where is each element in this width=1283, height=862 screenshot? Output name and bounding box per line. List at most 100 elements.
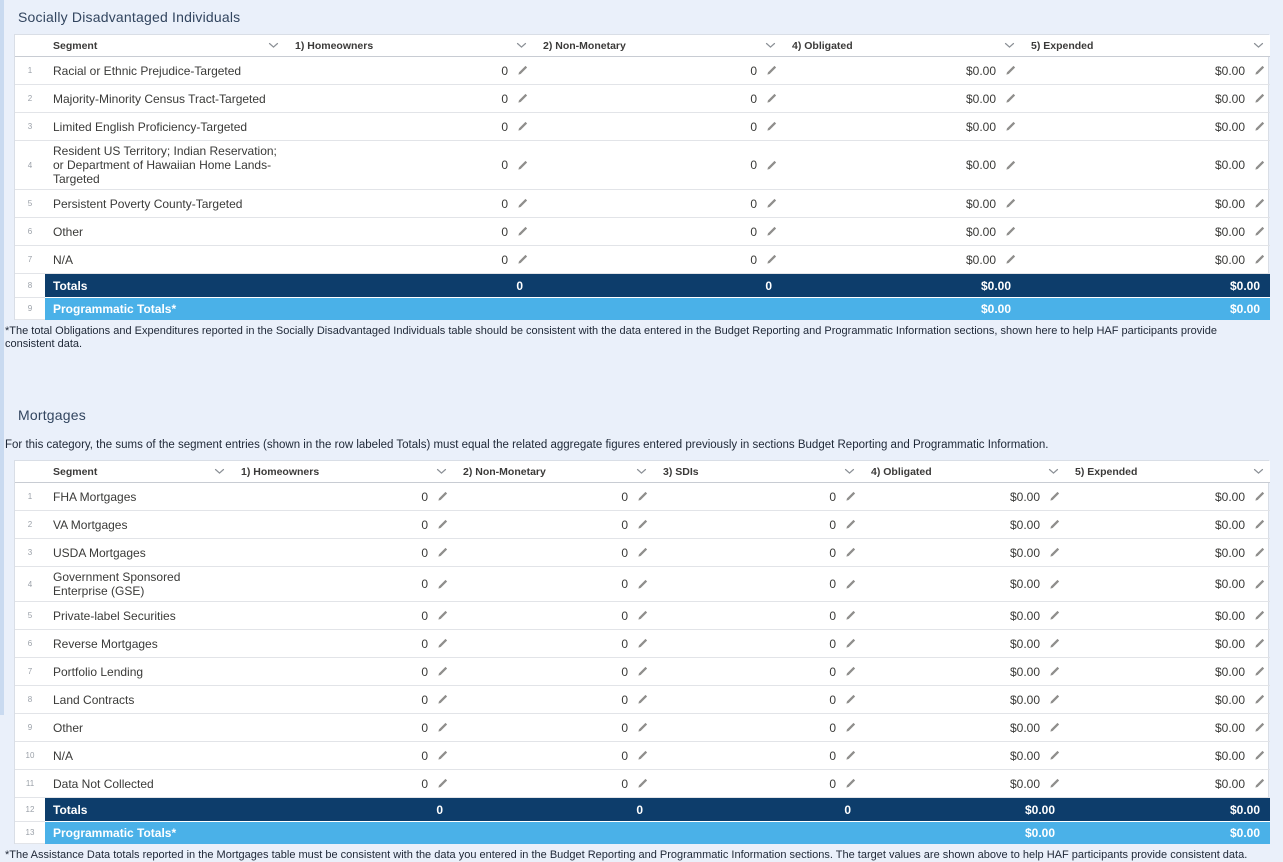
column-header-2-non-monetary[interactable]: 2) Non-Monetary — [453, 461, 653, 483]
edit-pencil-icon[interactable] — [437, 750, 448, 761]
edit-pencil-icon[interactable] — [437, 722, 448, 733]
column-header-segment[interactable]: Segment — [45, 461, 231, 483]
edit-pencil-icon[interactable] — [637, 519, 648, 530]
edit-pencil-icon[interactable] — [1254, 254, 1265, 265]
edit-pencil-icon[interactable] — [637, 778, 648, 789]
edit-pencil-icon[interactable] — [1254, 198, 1265, 209]
edit-pencil-icon[interactable] — [517, 160, 528, 171]
edit-pencil-icon[interactable] — [637, 694, 648, 705]
chevron-down-icon[interactable] — [765, 42, 776, 49]
edit-pencil-icon[interactable] — [845, 610, 856, 621]
edit-pencil-icon[interactable] — [437, 610, 448, 621]
edit-pencil-icon[interactable] — [437, 638, 448, 649]
chevron-down-icon[interactable] — [1048, 468, 1059, 475]
edit-pencil-icon[interactable] — [517, 226, 528, 237]
edit-pencil-icon[interactable] — [1254, 65, 1265, 76]
edit-pencil-icon[interactable] — [845, 638, 856, 649]
edit-pencil-icon[interactable] — [1049, 638, 1060, 649]
edit-pencil-icon[interactable] — [766, 121, 777, 132]
edit-pencil-icon[interactable] — [845, 491, 856, 502]
edit-pencil-icon[interactable] — [1005, 198, 1016, 209]
edit-pencil-icon[interactable] — [517, 65, 528, 76]
edit-pencil-icon[interactable] — [766, 160, 777, 171]
edit-pencil-icon[interactable] — [637, 666, 648, 677]
column-header-segment[interactable]: Segment — [45, 35, 285, 57]
edit-pencil-icon[interactable] — [637, 547, 648, 558]
edit-pencil-icon[interactable] — [845, 547, 856, 558]
edit-pencil-icon[interactable] — [1049, 778, 1060, 789]
edit-pencil-icon[interactable] — [517, 198, 528, 209]
edit-pencil-icon[interactable] — [517, 121, 528, 132]
chevron-down-icon[interactable] — [214, 468, 225, 475]
edit-pencil-icon[interactable] — [437, 519, 448, 530]
edit-pencil-icon[interactable] — [637, 722, 648, 733]
column-header-5-expended[interactable]: 5) Expended — [1065, 461, 1270, 483]
chevron-down-icon[interactable] — [636, 468, 647, 475]
edit-pencil-icon[interactable] — [1254, 694, 1265, 705]
edit-pencil-icon[interactable] — [1049, 694, 1060, 705]
edit-pencil-icon[interactable] — [845, 750, 856, 761]
column-header-1-homeowners[interactable]: 1) Homeowners — [285, 35, 533, 57]
edit-pencil-icon[interactable] — [437, 491, 448, 502]
edit-pencil-icon[interactable] — [1254, 750, 1265, 761]
edit-pencil-icon[interactable] — [1005, 160, 1016, 171]
chevron-down-icon[interactable] — [516, 42, 527, 49]
edit-pencil-icon[interactable] — [766, 93, 777, 104]
chevron-down-icon[interactable] — [1253, 468, 1264, 475]
edit-pencil-icon[interactable] — [1049, 722, 1060, 733]
chevron-down-icon[interactable] — [268, 42, 279, 49]
edit-pencil-icon[interactable] — [637, 638, 648, 649]
edit-pencil-icon[interactable] — [845, 694, 856, 705]
edit-pencil-icon[interactable] — [1049, 519, 1060, 530]
edit-pencil-icon[interactable] — [1049, 750, 1060, 761]
edit-pencil-icon[interactable] — [1049, 666, 1060, 677]
edit-pencil-icon[interactable] — [1254, 121, 1265, 132]
edit-pencil-icon[interactable] — [845, 778, 856, 789]
column-header-1-homeowners[interactable]: 1) Homeowners — [231, 461, 453, 483]
edit-pencil-icon[interactable] — [437, 694, 448, 705]
edit-pencil-icon[interactable] — [1005, 254, 1016, 265]
edit-pencil-icon[interactable] — [1049, 491, 1060, 502]
edit-pencil-icon[interactable] — [1254, 579, 1265, 590]
edit-pencil-icon[interactable] — [845, 722, 856, 733]
edit-pencil-icon[interactable] — [637, 579, 648, 590]
edit-pencil-icon[interactable] — [1049, 579, 1060, 590]
edit-pencil-icon[interactable] — [1254, 547, 1265, 558]
edit-pencil-icon[interactable] — [1005, 65, 1016, 76]
edit-pencil-icon[interactable] — [1254, 778, 1265, 789]
column-header-4-obligated[interactable]: 4) Obligated — [782, 35, 1021, 57]
edit-pencil-icon[interactable] — [437, 666, 448, 677]
chevron-down-icon[interactable] — [436, 468, 447, 475]
edit-pencil-icon[interactable] — [1254, 226, 1265, 237]
edit-pencil-icon[interactable] — [1254, 93, 1265, 104]
chevron-down-icon[interactable] — [844, 468, 855, 475]
column-header-4-obligated[interactable]: 4) Obligated — [861, 461, 1065, 483]
edit-pencil-icon[interactable] — [637, 610, 648, 621]
edit-pencil-icon[interactable] — [437, 778, 448, 789]
edit-pencil-icon[interactable] — [517, 254, 528, 265]
edit-pencil-icon[interactable] — [766, 254, 777, 265]
edit-pencil-icon[interactable] — [845, 666, 856, 677]
edit-pencil-icon[interactable] — [1254, 610, 1265, 621]
chevron-down-icon[interactable] — [1253, 42, 1264, 49]
column-header-5-expended[interactable]: 5) Expended — [1021, 35, 1270, 57]
edit-pencil-icon[interactable] — [1254, 160, 1265, 171]
edit-pencil-icon[interactable] — [517, 93, 528, 104]
edit-pencil-icon[interactable] — [1049, 610, 1060, 621]
edit-pencil-icon[interactable] — [437, 547, 448, 558]
edit-pencil-icon[interactable] — [437, 579, 448, 590]
edit-pencil-icon[interactable] — [1254, 722, 1265, 733]
edit-pencil-icon[interactable] — [1005, 226, 1016, 237]
edit-pencil-icon[interactable] — [1049, 547, 1060, 558]
edit-pencil-icon[interactable] — [1254, 666, 1265, 677]
edit-pencil-icon[interactable] — [1254, 491, 1265, 502]
edit-pencil-icon[interactable] — [766, 226, 777, 237]
edit-pencil-icon[interactable] — [1005, 93, 1016, 104]
edit-pencil-icon[interactable] — [637, 750, 648, 761]
column-header-3-sdis[interactable]: 3) SDIs — [653, 461, 861, 483]
edit-pencil-icon[interactable] — [637, 491, 648, 502]
edit-pencil-icon[interactable] — [1254, 638, 1265, 649]
edit-pencil-icon[interactable] — [845, 519, 856, 530]
chevron-down-icon[interactable] — [1004, 42, 1015, 49]
edit-pencil-icon[interactable] — [1005, 121, 1016, 132]
